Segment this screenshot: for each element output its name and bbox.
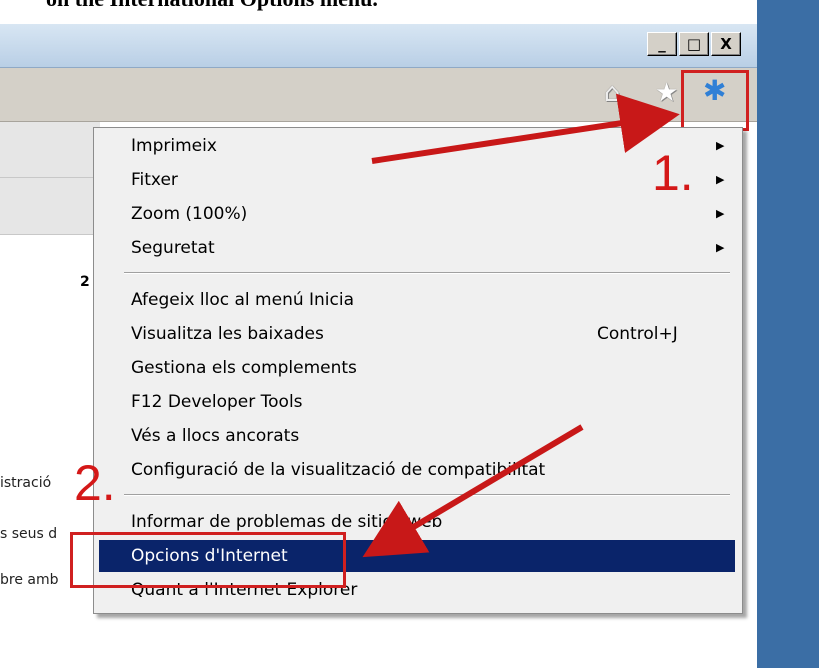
- step2-arrow: [362, 424, 584, 558]
- step1-arrow: [371, 93, 680, 164]
- annotation-arrows: [362, 93, 680, 558]
